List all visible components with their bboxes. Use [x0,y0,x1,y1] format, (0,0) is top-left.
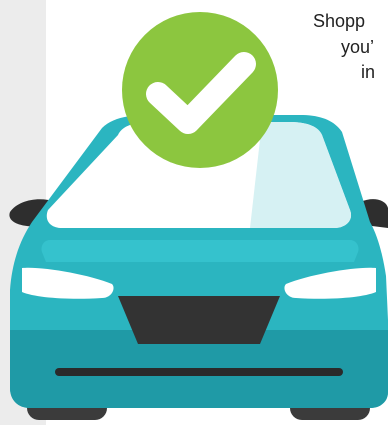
grille [118,296,280,344]
body-text: Shopp you’ in [240,9,388,86]
hood-highlight [41,240,359,262]
text-line-3: in [361,62,376,82]
page: Shopp you’ in [0,0,388,425]
bumper-strip [55,368,343,376]
text-line-2: you’ [341,36,375,57]
text-line-1: Shopp [313,11,366,31]
